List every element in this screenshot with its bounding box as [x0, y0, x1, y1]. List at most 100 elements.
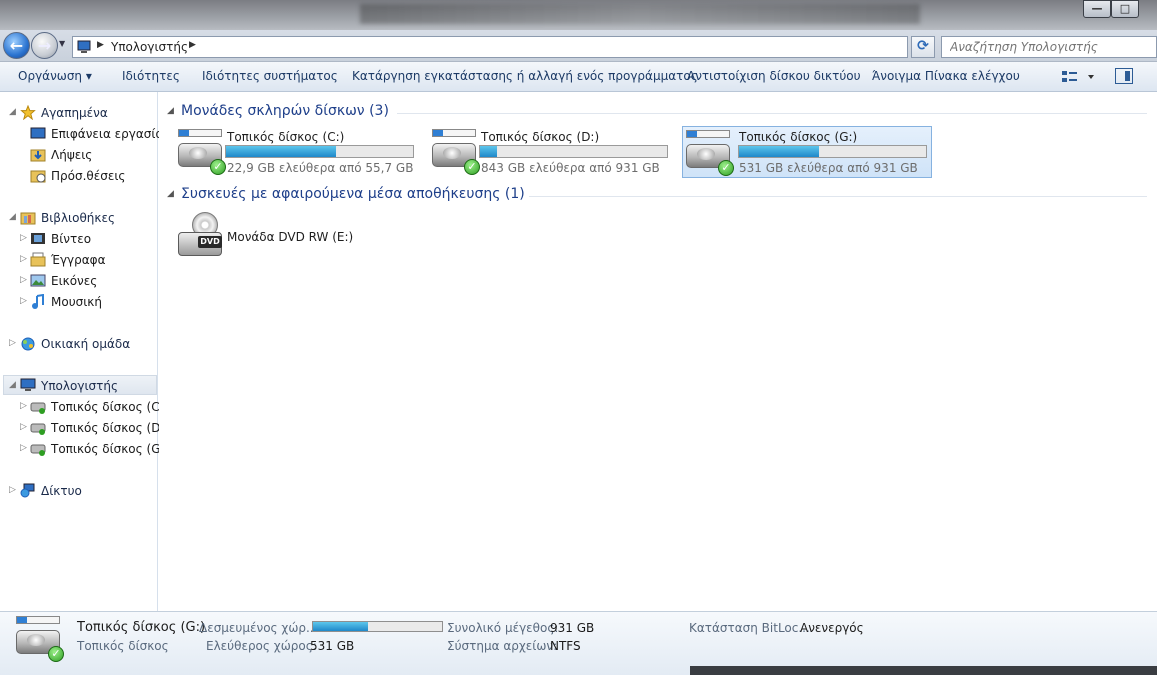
- collapsed-icon[interactable]: ▷: [20, 443, 27, 453]
- collapsed-icon[interactable]: ▷: [20, 275, 27, 285]
- libraries-icon: [20, 212, 36, 225]
- uninstall-program-button[interactable]: Κατάργηση εγκατάστασης ή αλλαγή ενός προ…: [352, 69, 698, 83]
- command-bar: Οργάνωση ▾ Ιδιότητες Ιδιότητες συστήματο…: [0, 62, 1157, 92]
- nav-downloads[interactable]: Λήψεις: [28, 145, 158, 165]
- nav-recent-places[interactable]: Πρόσ.θέσεις: [28, 166, 158, 186]
- hard-drive-icon: ✓: [178, 129, 226, 175]
- collapsed-icon[interactable]: ▷: [9, 338, 16, 348]
- drive-name: Τοπικός δίσκος (C:): [227, 130, 345, 144]
- group-hard-disks-title: Μονάδες σκληρών δίσκων (3): [181, 103, 389, 119]
- collapsed-icon[interactable]: ▷: [20, 254, 27, 264]
- back-arrow-icon: ←: [9, 36, 24, 55]
- nav-documents[interactable]: ▷ Έγγραφα: [18, 250, 158, 270]
- address-bar[interactable]: ▶ Υπολογιστής ▶ ▼: [72, 36, 973, 58]
- breadcrumb-separator-icon[interactable]: ▶: [189, 40, 196, 50]
- group-collapse-icon[interactable]: ◢: [167, 106, 174, 116]
- group-removable[interactable]: ◢ Συσκευές με αφαιρούμενα μέσα αποθήκευσ…: [167, 186, 1152, 206]
- nav-drive-d[interactable]: ▷ Τοπικός δίσκος (D:): [18, 418, 169, 438]
- group-divider: [397, 113, 1147, 114]
- nav-music[interactable]: ▷ Μουσική: [18, 292, 158, 312]
- expanded-icon[interactable]: ◢: [9, 107, 16, 117]
- group-collapse-icon[interactable]: ◢: [167, 189, 174, 199]
- capacity-bar: [479, 145, 668, 158]
- title-bar: — □: [0, 0, 1157, 30]
- drive-tile-c[interactable]: ✓ Τοπικός δίσκος (C:) 22,9 GB ελεύθερα α…: [177, 127, 427, 179]
- checkmark-icon: ✓: [718, 160, 734, 176]
- group-divider: [529, 196, 1147, 197]
- file-system-label: Σύστημα αρχείων:: [447, 639, 558, 653]
- collapsed-icon[interactable]: ▷: [20, 296, 27, 306]
- history-dropdown-icon[interactable]: ▼: [59, 39, 69, 53]
- open-control-panel-button[interactable]: Άνοιγμα Πίνακα ελέγχου: [872, 69, 1020, 83]
- drive-name: Τοπικός δίσκος (G:): [739, 130, 858, 144]
- collapsed-icon[interactable]: ▷: [20, 233, 27, 243]
- video-icon: [31, 233, 45, 244]
- maximize-button[interactable]: □: [1111, 0, 1139, 18]
- hard-drive-icon: [30, 402, 46, 414]
- preview-pane-button[interactable]: [1115, 68, 1133, 84]
- expanded-icon[interactable]: ◢: [9, 212, 16, 222]
- background-window-ghost: [360, 4, 920, 24]
- capacity-fill: [480, 146, 497, 157]
- breadcrumb-computer[interactable]: Υπολογιστής: [111, 40, 188, 54]
- total-size-label: Συνολικό μέγεθος:: [447, 621, 559, 635]
- nav-network[interactable]: ▷ Δίκτυο: [8, 481, 156, 501]
- address-row: ← → ▼ ▶ Υπολογιστής ▶ ▼ ⟳: [0, 30, 1157, 62]
- map-network-drive-button[interactable]: Αντιστοίχιση δίσκου δικτύου: [687, 69, 861, 83]
- drive-free-space: 22,9 GB ελεύθερα από 55,7 GB: [227, 161, 414, 175]
- drive-free-space: 843 GB ελεύθερα από 931 GB: [481, 161, 660, 175]
- expanded-icon[interactable]: ◢: [9, 380, 16, 390]
- recent-places-icon: [30, 170, 46, 183]
- drive-name: Μονάδα DVD RW (E:): [227, 230, 354, 244]
- checkmark-icon: ✓: [464, 159, 480, 175]
- nav-videos[interactable]: ▷ Βίντεο: [18, 229, 158, 249]
- drive-tile-g[interactable]: ✓ Τοπικός δίσκος (G:) 531 GB ελεύθερα απ…: [682, 126, 932, 178]
- group-removable-title: Συσκευές με αφαιρούμενα μέσα αποθήκευσης…: [181, 186, 525, 202]
- hard-drive-icon: [30, 423, 46, 435]
- organize-button[interactable]: Οργάνωση ▾: [18, 69, 92, 83]
- hard-drive-icon: [30, 444, 46, 456]
- minimize-button[interactable]: —: [1083, 0, 1111, 18]
- drive-tile-d[interactable]: ✓ Τοπικός δίσκος (D:) 843 GB ελεύθερα απ…: [431, 127, 681, 179]
- nav-drive-g[interactable]: ▷ Τοπικός δίσκος (G:): [18, 439, 169, 459]
- bitlocker-value: Ανενεργός: [800, 621, 864, 635]
- used-space-label: Δεσμευμένος χώρ...: [199, 621, 318, 635]
- network-icon: [20, 483, 35, 498]
- nav-favorites[interactable]: ◢ Αγαπημένα: [8, 103, 156, 123]
- bitlocker-label: Κατάσταση BitLoc...: [689, 621, 810, 635]
- group-hard-disks[interactable]: ◢ Μονάδες σκληρών δίσκων (3): [167, 103, 1152, 123]
- nav-homegroup[interactable]: ▷ Οικιακή ομάδα: [8, 334, 156, 354]
- forward-arrow-icon: →: [37, 36, 52, 55]
- file-system-value: NTFS: [550, 639, 581, 653]
- nav-computer[interactable]: ◢ Υπολογιστής: [3, 375, 157, 395]
- properties-button[interactable]: Ιδιότητες: [122, 69, 180, 83]
- collapsed-icon[interactable]: ▷: [20, 401, 27, 411]
- homegroup-icon: [21, 337, 35, 351]
- details-capacity-fill: [313, 622, 369, 631]
- free-space-value: 531 GB: [310, 639, 355, 653]
- free-space-label: Ελεύθερος χώρος:: [206, 639, 317, 653]
- collapsed-icon[interactable]: ▷: [9, 485, 16, 495]
- dvd-drive-icon: DVD: [178, 212, 226, 258]
- system-properties-button[interactable]: Ιδιότητες συστήματος: [202, 69, 338, 83]
- nav-desktop[interactable]: Επιφάνεια εργασίας: [28, 124, 170, 144]
- content-area: ◢ Μονάδες σκληρών δίσκων (3) ✓ Τοπικός δ…: [159, 92, 1157, 611]
- back-button[interactable]: ←: [3, 32, 30, 59]
- nav-libraries[interactable]: ◢ Βιβλιοθήκες: [8, 208, 156, 228]
- details-type: Τοπικός δίσκος: [77, 639, 169, 653]
- drive-tile-dvd[interactable]: DVD Μονάδα DVD RW (E:): [177, 210, 427, 262]
- drive-free-space: 531 GB ελεύθερα από 931 GB: [739, 161, 918, 175]
- change-view-button[interactable]: [1060, 67, 1100, 87]
- navigation-pane: ◢ Αγαπημένα Επιφάνεια εργασίας Λήψεις Πρ…: [0, 92, 170, 611]
- refresh-button[interactable]: ⟳: [911, 36, 935, 58]
- total-size-value: 931 GB: [550, 621, 595, 635]
- forward-button[interactable]: →: [31, 32, 58, 59]
- nav-drive-c[interactable]: ▷ Τοπικός δίσκος (C:): [18, 397, 168, 417]
- search-box[interactable]: [941, 36, 1157, 58]
- search-input[interactable]: [948, 39, 1148, 55]
- nav-pictures[interactable]: ▷ Εικόνες: [18, 271, 158, 291]
- hard-drive-icon: ✓: [16, 616, 64, 662]
- breadcrumb-separator-icon[interactable]: ▶: [97, 40, 104, 50]
- downloads-folder-icon: [30, 149, 46, 162]
- collapsed-icon[interactable]: ▷: [20, 422, 27, 432]
